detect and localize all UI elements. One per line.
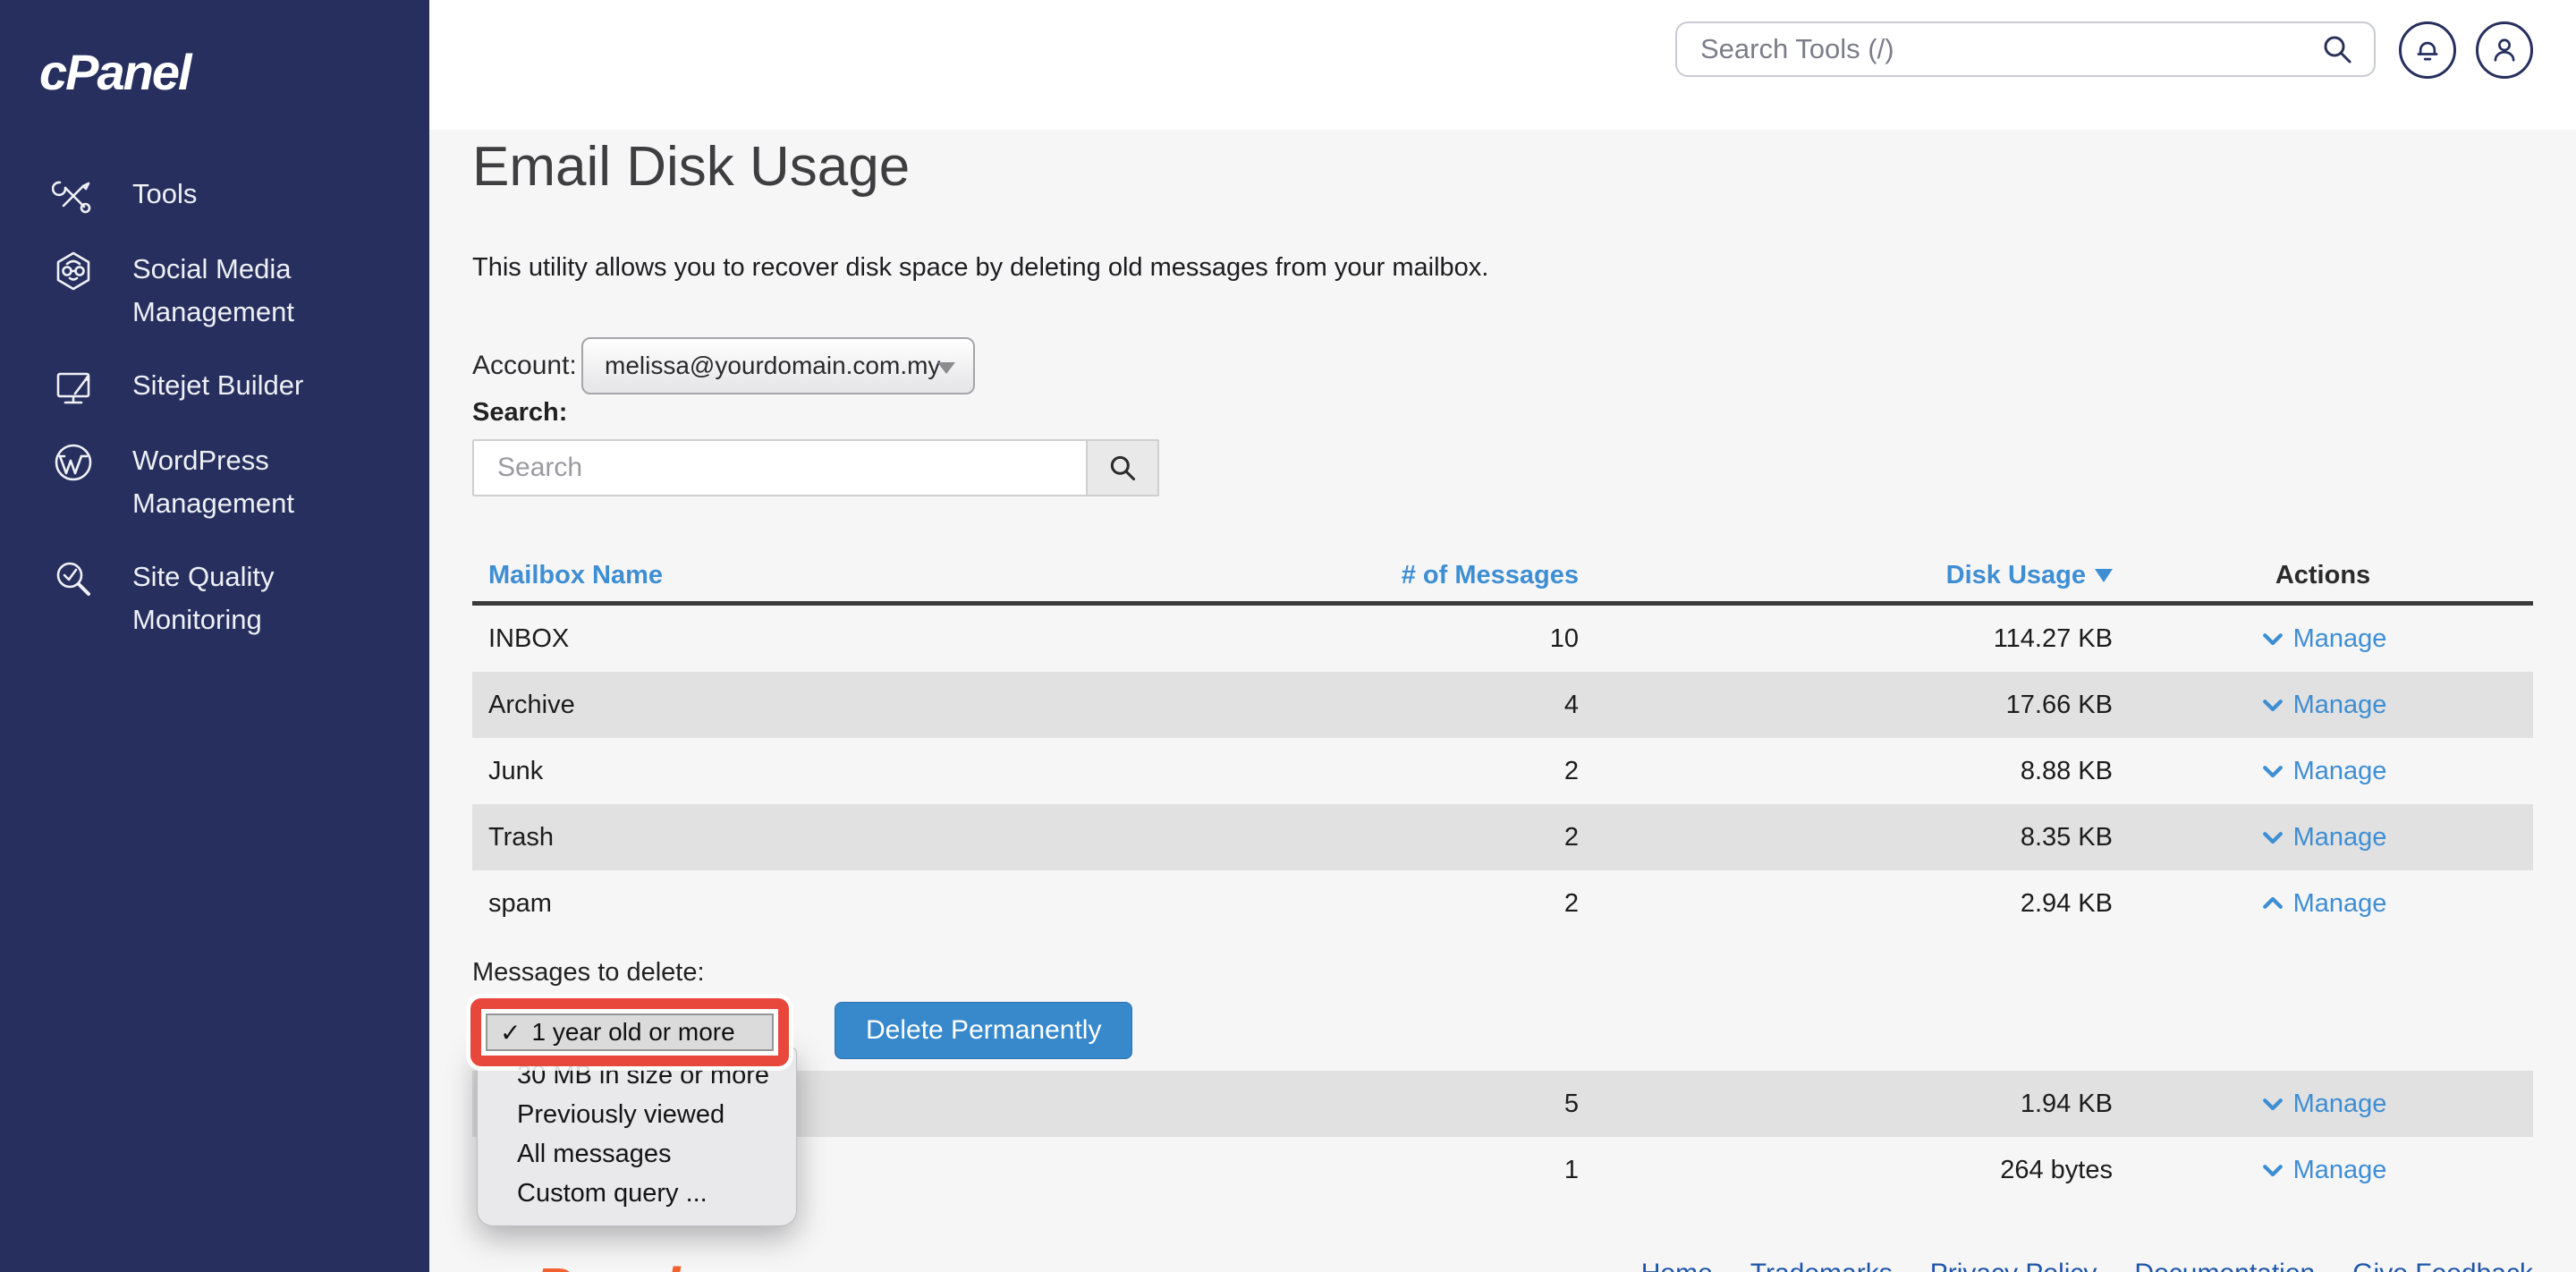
- mailbox-search: [472, 439, 1159, 496]
- social-media-icon: [52, 248, 97, 293]
- option-all-messages[interactable]: All messages: [478, 1134, 796, 1174]
- messages-to-delete-select[interactable]: ✓ 1 year old or more: [486, 1013, 774, 1051]
- sitejet-builder-icon: [52, 364, 97, 409]
- sidebar-item-site-quality[interactable]: Site Quality Monitoring: [52, 555, 397, 641]
- manage-link[interactable]: Manage: [2259, 691, 2386, 720]
- checkmark-icon: ✓: [500, 1018, 521, 1047]
- account-button[interactable]: [2476, 21, 2533, 79]
- sidebar: cPanel Tools Social Media Management Sit…: [0, 0, 429, 1272]
- topbar: [429, 0, 2576, 130]
- sort-messages[interactable]: # of Messages: [1402, 561, 1579, 590]
- user-icon: [2494, 38, 2515, 62]
- table-row: Trash 2 8.35 KB Manage: [472, 804, 2533, 870]
- sidebar-nav: Tools Social Media Management Sitejet Bu…: [0, 173, 429, 641]
- manage-link-expanded[interactable]: Manage: [2259, 889, 2386, 919]
- footer-link-give-feedback[interactable]: Give Feedback: [2352, 1259, 2533, 1272]
- sidebar-item-sitejet[interactable]: Sitejet Builder: [52, 364, 397, 409]
- sidebar-item-label: Site Quality Monitoring: [132, 561, 275, 635]
- tools-search-input[interactable]: [1677, 33, 2320, 65]
- account-select-value: melissa@yourdomain.com.my: [605, 352, 941, 379]
- messages-to-delete-label: Messages to delete:: [472, 958, 705, 987]
- account-label: Account:: [472, 351, 577, 380]
- option-previously-viewed[interactable]: Previously viewed: [478, 1095, 796, 1134]
- select-options-dropdown: 30 MB in size or more Previously viewed …: [477, 1047, 797, 1226]
- footer-links: Home Trademarks Privacy Policy Documenta…: [1641, 1259, 2533, 1272]
- footer-cpanel-logo: cPanel: [504, 1255, 680, 1272]
- chevron-up-icon: [2262, 896, 2283, 909]
- cpanel-logo: cPanel: [39, 44, 192, 100]
- manage-link[interactable]: Manage: [2259, 1090, 2386, 1119]
- footer-link-home[interactable]: Home: [1641, 1259, 1713, 1272]
- table-row: Junk 2 8.88 KB Manage: [488, 756, 2387, 786]
- annotation-highlight-box: ✓ 1 year old or more: [470, 998, 789, 1066]
- sidebar-item-social-media[interactable]: Social Media Management: [52, 248, 397, 334]
- mailbox-search-input[interactable]: [472, 439, 1088, 496]
- notifications-button[interactable]: [2399, 21, 2456, 79]
- table-row-spam-expanded: spam 2 2.94 KB Manage: [488, 888, 2387, 919]
- main-content: Email Disk Usage This utility allows you…: [429, 130, 2576, 1272]
- search-icon: [1110, 455, 1136, 481]
- sidebar-item-wordpress[interactable]: WordPress Management: [52, 439, 397, 525]
- bell-icon: [2417, 41, 2438, 61]
- page-description: This utility allows you to recover disk …: [472, 253, 1489, 282]
- account-select[interactable]: melissa@yourdomain.com.my: [581, 337, 975, 394]
- search-icon[interactable]: [2320, 32, 2354, 66]
- table-header-row: Mailbox Name # of Messages Disk Usage Ac…: [472, 550, 2533, 606]
- option-custom-query[interactable]: Custom query ...: [478, 1174, 796, 1213]
- actions-header: Actions: [2275, 561, 2371, 589]
- sort-descending-icon: [2095, 568, 2113, 583]
- manage-link[interactable]: Manage: [2259, 1156, 2386, 1185]
- selected-option-label: 1 year old or more: [531, 1018, 735, 1046]
- tools-search: [1675, 21, 2376, 77]
- chevron-down-icon: [2262, 832, 2283, 844]
- sidebar-item-label: WordPress Management: [132, 445, 294, 519]
- delete-permanently-button[interactable]: Delete Permanently: [835, 1002, 1133, 1059]
- manage-link[interactable]: Manage: [2259, 823, 2386, 852]
- chevron-down-icon: [2262, 633, 2283, 646]
- chevron-down-icon: [937, 362, 955, 374]
- search-label: Search:: [472, 398, 568, 427]
- chevron-down-icon: [2262, 700, 2283, 712]
- mailbox-search-button[interactable]: [1088, 439, 1159, 496]
- footer-link-documentation[interactable]: Documentation: [2134, 1259, 2315, 1272]
- manage-link[interactable]: Manage: [2259, 757, 2386, 786]
- site-quality-icon: [52, 555, 97, 600]
- footer-link-privacy-policy[interactable]: Privacy Policy: [1930, 1259, 2097, 1272]
- sidebar-item-label: Sitejet Builder: [132, 369, 304, 401]
- chevron-down-icon: [2262, 1098, 2283, 1111]
- tools-icon: [51, 173, 97, 217]
- page-title: Email Disk Usage: [472, 136, 911, 198]
- chevron-down-icon: [2262, 1165, 2283, 1177]
- table-row: Archive 4 17.66 KB Manage: [472, 672, 2533, 738]
- footer-link-trademarks[interactable]: Trademarks: [1750, 1259, 1893, 1272]
- sort-disk-usage[interactable]: Disk Usage: [1946, 561, 2113, 590]
- sidebar-item-label: Social Media Management: [132, 253, 294, 327]
- chevron-down-icon: [2262, 766, 2283, 778]
- sort-mailbox-name[interactable]: Mailbox Name: [488, 561, 663, 590]
- sidebar-item-tools[interactable]: Tools: [51, 173, 397, 217]
- sidebar-item-label: Tools: [132, 178, 198, 209]
- wordpress-icon: [52, 439, 97, 484]
- table-row: INBOX 10 114.27 KB Manage: [488, 623, 2387, 654]
- manage-link[interactable]: Manage: [2259, 624, 2386, 654]
